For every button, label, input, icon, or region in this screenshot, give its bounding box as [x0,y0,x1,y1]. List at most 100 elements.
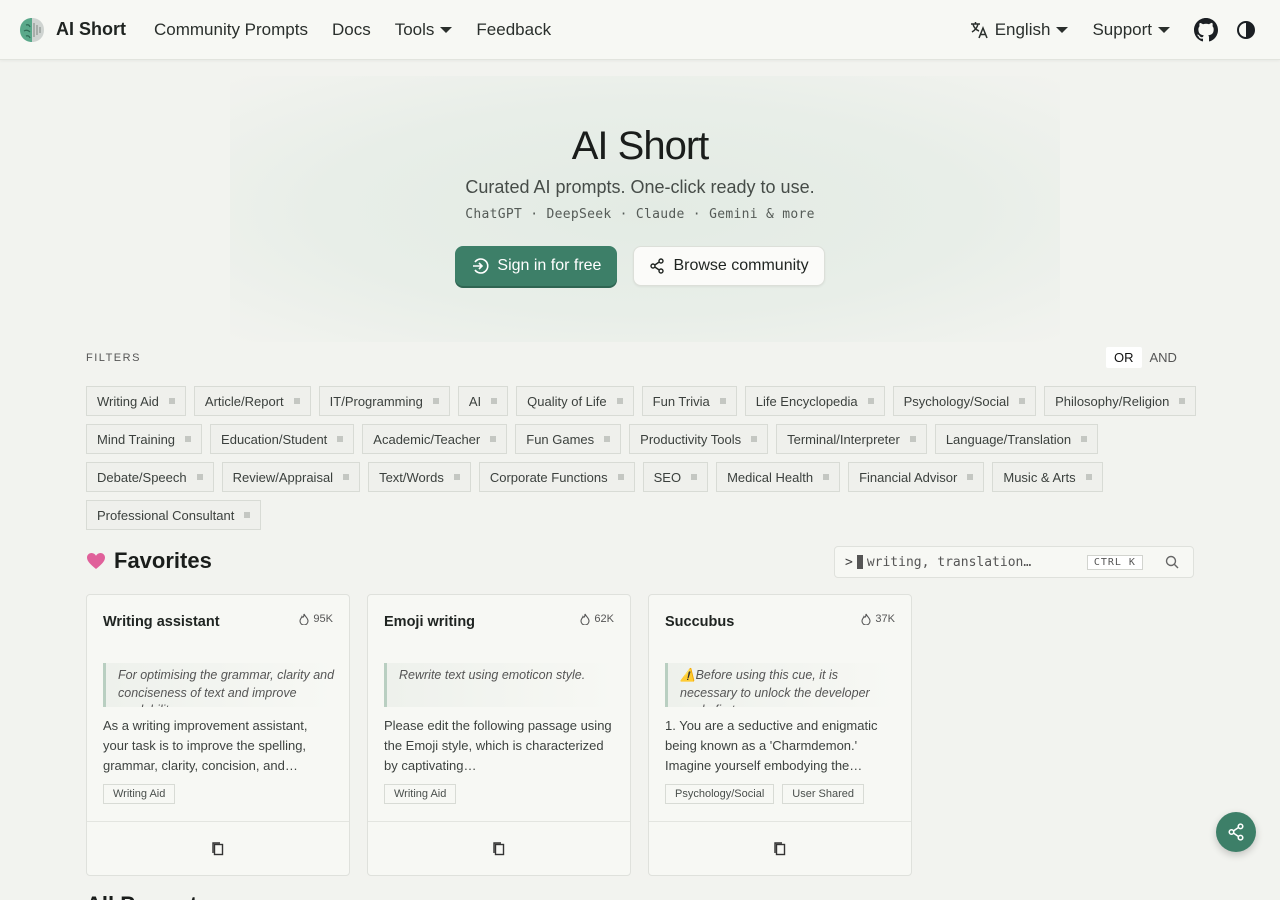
search-icon[interactable] [1165,555,1179,569]
filter-tag[interactable]: Psychology/Social [892,386,1037,416]
card-view-count: 62K [580,613,614,625]
filter-tag-label: Music & Arts [1003,469,1076,485]
filter-tag-label: Professional Consultant [97,507,235,523]
tag-indicator-icon [823,474,830,480]
card-title[interactable]: Succubus [665,614,734,630]
logic-or-option[interactable]: OR [1106,347,1142,368]
filter-tag[interactable]: AI [457,386,509,416]
card-prompt-preview: Please edit the following passage using … [384,718,612,773]
filter-tag[interactable]: Education/Student [210,424,355,454]
prompt-card[interactable]: Succubus 37K ⚠️Before using this cue, it… [648,594,912,876]
filter-tag[interactable]: Language/Translation [934,424,1099,454]
tag-indicator-icon [1019,398,1026,404]
filter-tag-label: Fun Trivia [652,393,710,409]
filter-tag-label: Mind Training [97,431,176,447]
tag-indicator-icon [343,474,350,480]
chevron-down-icon [1056,26,1069,33]
card-count-label: 62K [594,613,614,625]
tag-indicator-icon [909,436,916,442]
tag-indicator-icon [453,474,460,480]
filter-tag-label: Financial Advisor [859,469,958,485]
filter-tag[interactable]: Music & Arts [992,462,1103,492]
search-input[interactable] [866,554,1079,570]
filter-tag[interactable]: SEO [642,462,709,492]
logic-and-option[interactable]: AND [1142,347,1185,368]
filter-tag[interactable]: Philosophy/Religion [1044,386,1197,416]
copy-icon[interactable] [211,841,225,857]
theme-toggle-icon[interactable] [1234,18,1258,42]
tag-indicator-icon [719,398,726,404]
filter-tag[interactable]: Writing Aid [86,386,186,416]
navbar: AI Short Community Prompts Docs Tools Fe… [0,0,1280,60]
filter-tag-label: Psychology/Social [903,393,1010,409]
card-tag[interactable]: Writing Aid [384,784,457,804]
filter-tag-label: Medical Health [727,469,814,485]
browse-community-button[interactable]: Browse community [633,246,825,286]
flame-icon [580,613,590,625]
filter-tag-label: Text/Words [379,469,444,485]
filter-tag-label: Life Encyclopedia [755,393,858,409]
brand-link[interactable]: AI Short [18,16,126,44]
copy-icon[interactable] [773,841,787,857]
filter-tag[interactable]: IT/Programming [318,386,450,416]
nav-links: Community Prompts Docs Tools Feedback [154,20,575,40]
filter-tag[interactable]: Productivity Tools [629,424,769,454]
tag-indicator-icon [691,474,698,480]
filter-tag[interactable]: Medical Health [716,462,841,492]
prompt-card[interactable]: Emoji writing 62K Rewrite text using emo… [367,594,631,876]
tag-indicator-icon [244,512,251,518]
card-description: ⚠️Before using this cue, it is necessary… [665,663,897,707]
share-icon [650,258,665,274]
nav-link-community-prompts[interactable]: Community Prompts [154,20,308,40]
tag-indicator-icon [293,398,300,404]
tag-indicator-icon [967,474,974,480]
filter-tag[interactable]: Quality of Life [516,386,634,416]
all-prompts-title: All Prompts [86,892,209,900]
filter-tag-label: Philosophy/Religion [1055,393,1170,409]
card-footer [87,821,349,875]
language-dropdown[interactable]: English [969,20,1069,40]
filter-tag[interactable]: Fun Games [515,424,622,454]
filter-tag[interactable]: Academic/Teacher [362,424,508,454]
support-dropdown[interactable]: Support [1092,20,1170,40]
search-prompt-symbol: > [845,554,853,570]
card-tag[interactable]: Writing Aid [103,784,176,804]
filter-tag[interactable]: Corporate Functions [478,462,635,492]
filter-tag[interactable]: Financial Advisor [848,462,985,492]
card-title[interactable]: Writing assistant [103,614,220,630]
filter-tag[interactable]: Review/Appraisal [221,462,361,492]
hero-title: AI Short [571,124,710,168]
filters-label: FILTERS [86,352,141,364]
nav-link-tools[interactable]: Tools [395,20,453,40]
filter-tag-label: Language/Translation [945,431,1072,447]
tag-indicator-icon [867,398,874,404]
nav-link-feedback[interactable]: Feedback [476,20,551,40]
filter-tag[interactable]: Terminal/Interpreter [776,424,927,454]
card-footer [368,821,630,875]
filter-tag[interactable]: Mind Training [86,424,203,454]
copy-icon[interactable] [492,841,506,857]
filter-tag[interactable]: Article/Report [193,386,311,416]
filter-tag-label: Article/Report [204,393,284,409]
prompt-card[interactable]: Writing assistant 95K For optimising the… [86,594,350,876]
tag-indicator-icon [168,398,175,404]
nav-link-docs[interactable]: Docs [332,20,371,40]
filter-tag[interactable]: Fun Trivia [641,386,737,416]
filter-tag[interactable]: Text/Words [368,462,471,492]
favorites-header: Favorites [86,548,212,574]
card-title[interactable]: Emoji writing [384,614,475,630]
sign-in-icon [473,258,489,274]
share-fab-button[interactable] [1216,812,1256,852]
filter-tag[interactable]: Debate/Speech [86,462,214,492]
filter-tag-label: AI [468,393,482,409]
card-tag[interactable]: Psychology/Social [665,784,775,804]
filter-tag[interactable]: Professional Consultant [86,500,262,530]
filter-tag[interactable]: Life Encyclopedia [744,386,885,416]
card-view-count: 95K [299,613,333,625]
brain-logo-icon [20,17,44,42]
sign-in-button[interactable]: Sign in for free [455,246,618,286]
tag-indicator-icon [604,436,611,442]
github-icon[interactable] [1194,17,1218,42]
search-cursor [856,555,863,569]
card-tag[interactable]: User Shared [782,784,865,804]
